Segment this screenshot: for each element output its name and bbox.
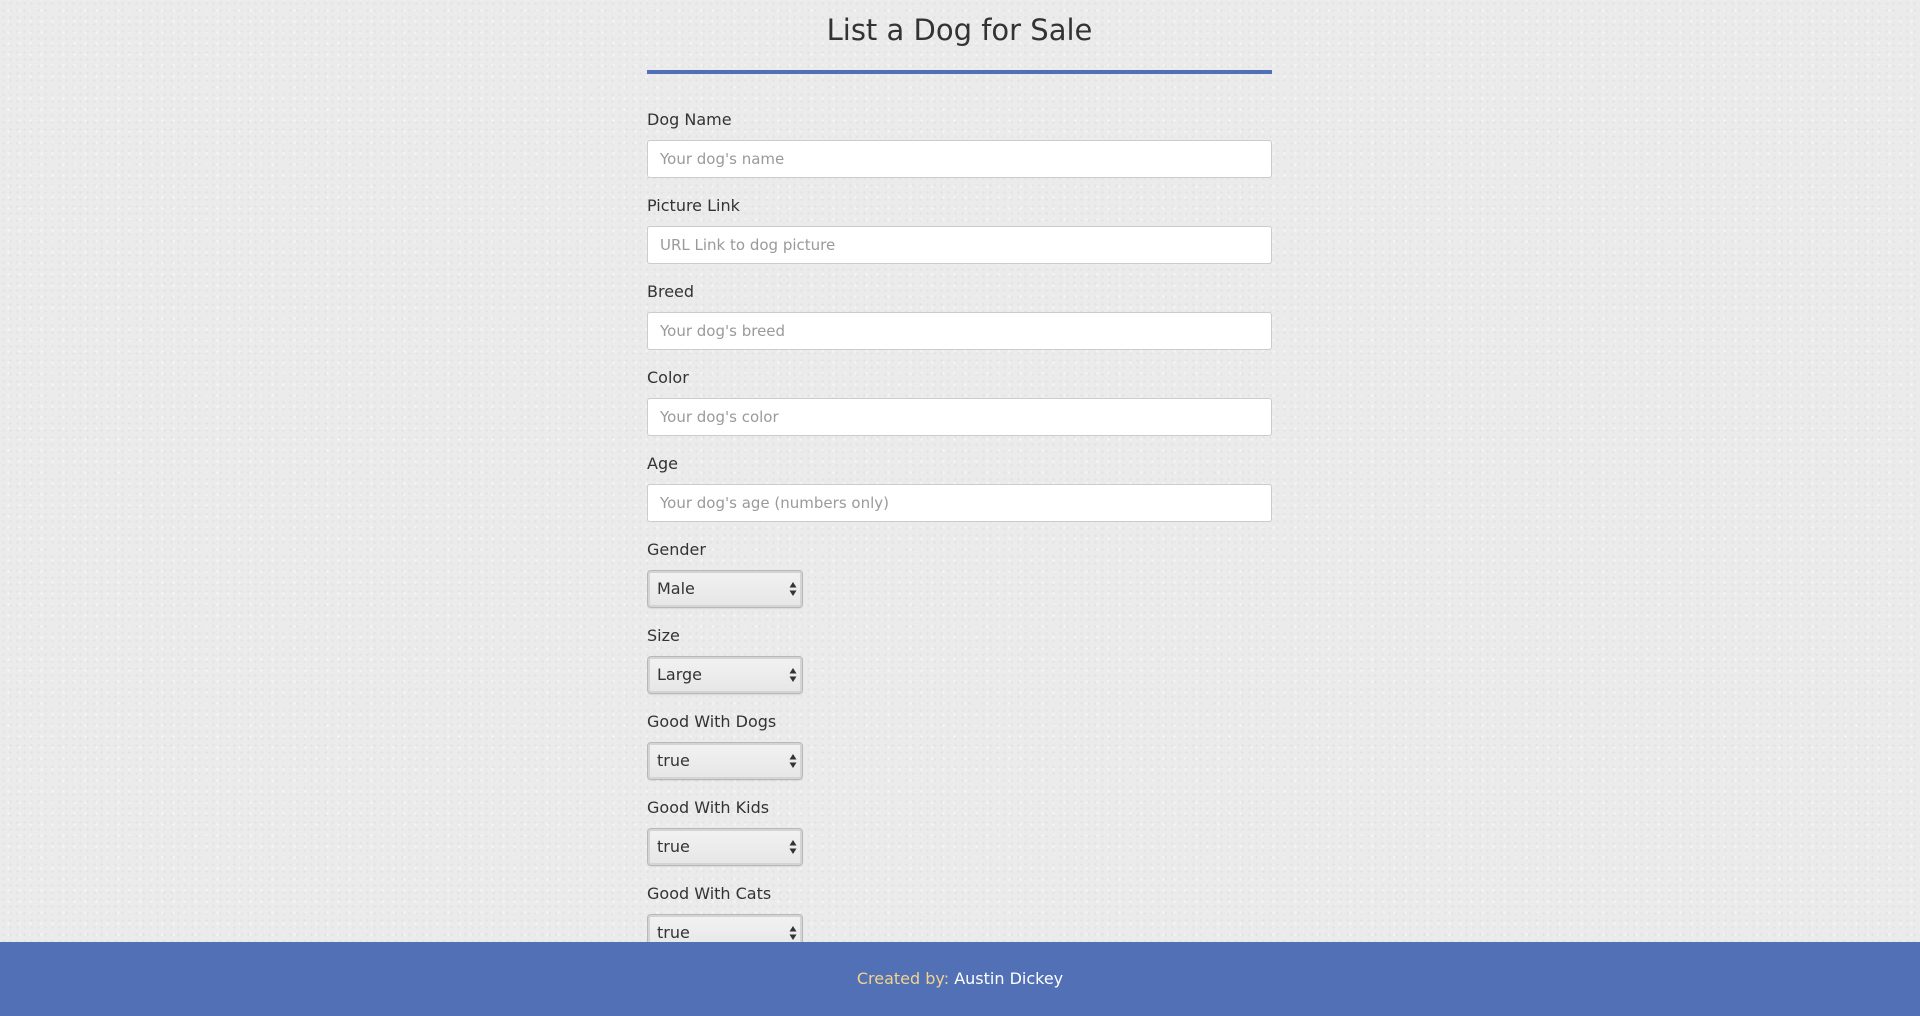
dog-listing-form: Dog Name Picture Link Breed Color Age Ge… [647, 110, 1272, 942]
good-with-cats-selected-value: true [657, 923, 690, 942]
good-with-dogs-select[interactable]: true [647, 742, 803, 780]
color-field: Color [647, 368, 1272, 454]
picture-link-input[interactable] [647, 226, 1272, 264]
good-with-cats-select[interactable]: true [647, 914, 803, 942]
breed-input[interactable] [647, 312, 1272, 350]
age-label: Age [647, 454, 678, 473]
color-input[interactable] [647, 398, 1272, 436]
good-with-dogs-field: Good With Dogs true [647, 712, 1272, 798]
good-with-cats-label: Good With Cats [647, 884, 772, 903]
page-title: List a Dog for Sale [826, 13, 1093, 47]
select-arrows-icon [789, 667, 797, 683]
listing-form-page: List a Dog for Sale Dog Name Picture Lin… [647, 0, 1272, 942]
gender-select[interactable]: Male [647, 570, 803, 608]
size-selected-value: Large [657, 665, 703, 684]
footer-credit-prefix: Created by: [856, 969, 950, 988]
gender-field: Gender Male [647, 540, 1272, 626]
good-with-kids-field: Good With Kids true [647, 798, 1272, 884]
title-divider [647, 70, 1272, 74]
good-with-kids-selected-value: true [657, 837, 690, 856]
select-arrows-icon [789, 839, 797, 855]
size-label: Size [647, 626, 680, 645]
color-label: Color [647, 368, 689, 387]
picture-link-field: Picture Link [647, 196, 1272, 282]
picture-link-label: Picture Link [647, 196, 740, 215]
select-arrows-icon [789, 753, 797, 769]
age-field: Age [647, 454, 1272, 540]
select-arrows-icon [789, 925, 797, 941]
breed-field: Breed [647, 282, 1272, 368]
good-with-kids-select[interactable]: true [647, 828, 803, 866]
select-arrows-icon [789, 581, 797, 597]
size-select[interactable]: Large [647, 656, 803, 694]
dog-name-label: Dog Name [647, 110, 732, 129]
good-with-kids-label: Good With Kids [647, 798, 770, 817]
dog-name-field: Dog Name [647, 110, 1272, 196]
good-with-dogs-label: Good With Dogs [647, 712, 777, 731]
footer-author-name: Austin Dickey [954, 969, 1064, 988]
size-field: Size Large [647, 626, 1272, 712]
good-with-dogs-selected-value: true [657, 751, 690, 770]
site-footer: Created by: Austin Dickey [0, 942, 1920, 1016]
gender-label: Gender [647, 540, 706, 559]
dog-name-input[interactable] [647, 140, 1272, 178]
good-with-cats-field: Good With Cats true [647, 884, 1272, 942]
age-input[interactable] [647, 484, 1272, 522]
breed-label: Breed [647, 282, 695, 301]
gender-selected-value: Male [657, 579, 695, 598]
